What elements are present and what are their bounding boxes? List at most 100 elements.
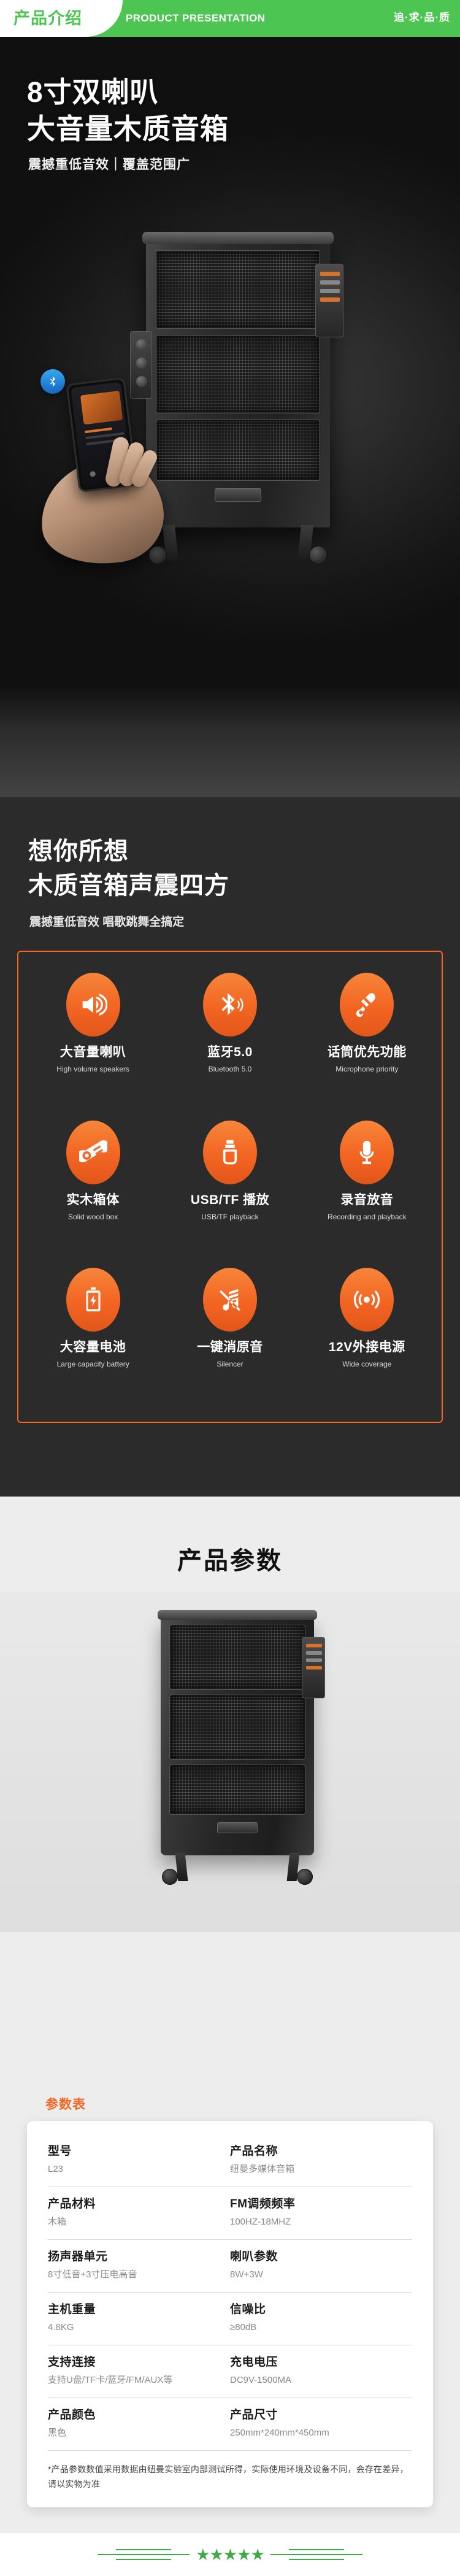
feature-label-en: High volume speakers <box>56 1065 130 1073</box>
spec-cell-left: 型号 L23 <box>48 2143 230 2177</box>
spec-cell-left: 主机重量 4.8KG <box>48 2301 230 2335</box>
feature-item-high-volume-speakers: 大音量喇叭 High volume speakers <box>25 973 161 1121</box>
feature-item-large-battery: 大容量电池 Large capacity battery <box>25 1268 161 1416</box>
feature-label-cn: 实木箱体 <box>66 1192 120 1207</box>
battery-charging-icon <box>66 1268 120 1332</box>
spec-value: 8W+3W <box>230 2269 263 2280</box>
spec-value: 纽曼多媒体音箱 <box>230 2164 295 2174</box>
spec-cell-right: 信噪比 ≥80dB <box>230 2301 412 2335</box>
speaker-wheel-left <box>162 1869 178 1885</box>
spec-cell-right: 充电电压 DC9V-1500MA <box>230 2354 412 2388</box>
parameters-section: 产品参数 参数表 型号 L23 产品名称 纽曼多媒体音箱 产品材料 木箱 FM调… <box>0 1497 460 2533</box>
spec-value: 木箱 <box>48 2217 67 2227</box>
speaker-brand-badge <box>217 1822 258 1833</box>
star-divider: ★★★★★ <box>98 2545 362 2564</box>
feature-item-usb-tf-playback: USB/TF 播放 USB/TF playback <box>161 1120 298 1268</box>
hero-banner: 8寸双喇叭 大音量木质音箱 震撼重低音效｜覆盖范围广 <box>0 37 460 797</box>
spec-key: 充电电压 <box>230 2356 278 2369</box>
spec-cell-left: 产品颜色 黑色 <box>48 2407 230 2440</box>
feature-item-microphone-priority: 话筒优先功能 Microphone priority <box>299 973 435 1121</box>
features-headline: 想你所想 木质音箱声震四方 <box>28 838 229 899</box>
feature-label-en: USB/TF playback <box>201 1212 259 1221</box>
spec-table-label: 参数表 <box>45 2098 86 2112</box>
spec-value: 250mm*240mm*450mm <box>230 2428 329 2438</box>
spec-cell-left: 扬声器单元 8寸低音+3寸压电高音 <box>48 2248 230 2282</box>
speaker-grille-upper <box>156 250 320 329</box>
features-section: 想你所想 木质音箱声震四方 震撼重低音效 唱歌跳舞全搞定 大音量喇叭 High … <box>0 797 460 1497</box>
spec-value: L23 <box>48 2164 64 2174</box>
header-en-title: PRODUCT PRESENTATION <box>126 12 266 24</box>
feature-label-cn: 一键消原音 <box>197 1340 263 1355</box>
speaker-cabinet <box>130 232 343 527</box>
spec-value: ≥80dB <box>230 2322 257 2333</box>
table-row: 主机重量 4.8KG 信噪比 ≥80dB <box>48 2293 412 2345</box>
music-note-muted-icon <box>202 1268 257 1332</box>
feature-item-silencer: 一键消原音 Silencer <box>161 1268 298 1416</box>
speaker-product-image-secondary <box>158 1610 325 1886</box>
parameters-product-photo <box>0 1592 460 1932</box>
speaker-grille-middle <box>169 1695 305 1760</box>
spec-cell-left: 支持连接 支持U盘/TF卡/蓝牙/FM/AUX等 <box>48 2354 230 2388</box>
hero-floor-gradient <box>0 687 460 797</box>
features-grid: 大音量喇叭 High volume speakers 蓝牙5.0 Bluetoo… <box>18 952 442 1422</box>
divider-line-left <box>98 2549 190 2560</box>
speaker-brand-badge <box>215 488 261 502</box>
speaker-cabinet <box>158 1610 325 1855</box>
spec-key: 产品尺寸 <box>230 2409 278 2421</box>
wood-log-icon <box>66 1120 120 1184</box>
table-row: 扬声器单元 8寸低音+3寸压电高音 喇叭参数 8W+3W <box>48 2240 412 2293</box>
hero-subtitle: 震撼重低音效｜覆盖范围广 <box>28 158 190 172</box>
speaker-top-handle <box>142 232 334 244</box>
features-subtitle: 震撼重低音效 唱歌跳舞全搞定 <box>29 916 185 929</box>
rating-stars: ★★★★★ <box>196 2545 265 2564</box>
feature-label-en: Recording and playback <box>327 1212 407 1221</box>
feature-label-cn: 话筒优先功能 <box>327 1045 407 1059</box>
table-row: 支持连接 支持U盘/TF卡/蓝牙/FM/AUX等 充电电压 DC9V-1500M… <box>48 2345 412 2398</box>
header-slogan: 追·求·品·质 <box>394 12 450 23</box>
spec-key: 产品材料 <box>48 2198 96 2210</box>
spec-value: 8寸低音+3寸压电高音 <box>48 2269 137 2280</box>
footer-divider: ★★★★★ <box>0 2533 460 2576</box>
feature-item-bluetooth: 蓝牙5.0 Bluetooth 5.0 <box>161 973 298 1121</box>
table-row: 产品颜色 黑色 产品尺寸 250mm*240mm*450mm <box>48 2398 412 2451</box>
feature-label-cn: 12V外接电源 <box>328 1340 405 1355</box>
feature-label-cn: 大音量喇叭 <box>59 1045 126 1059</box>
table-row: 产品材料 木箱 FM调频频率 100HZ-18MHZ <box>48 2187 412 2240</box>
speaker-control-panel <box>302 1637 325 1698</box>
bluetooth-icon <box>202 973 257 1037</box>
hand-holding-phone-image <box>34 369 170 573</box>
page-header: 产品介绍 PRODUCT PRESENTATION 追·求·品·质 <box>0 0 460 37</box>
features-bordered-box: 大音量喇叭 High volume speakers 蓝牙5.0 Bluetoo… <box>17 951 443 1423</box>
feature-label-cn: 蓝牙5.0 <box>207 1045 253 1059</box>
spec-disclaimer-note: *产品参数数值采用数据由纽曼实验室内部测试所得，实际使用环境及设备不同，会存在差… <box>48 2464 408 2489</box>
feature-label-en: Microphone priority <box>335 1065 399 1073</box>
spec-key: 支持连接 <box>48 2356 96 2369</box>
feature-item-recording-playback: 录音放音 Recording and playback <box>299 1120 435 1268</box>
speaker-grille-upper <box>169 1625 305 1690</box>
studio-microphone-icon <box>340 1120 394 1184</box>
spec-value: 黑色 <box>48 2428 67 2438</box>
feature-label-en: Wide coverage <box>342 1360 392 1369</box>
spec-value: 100HZ-18MHZ <box>230 2217 291 2227</box>
speaker-wheel-right <box>309 546 328 564</box>
parameters-title: 产品参数 <box>177 1547 283 1574</box>
spec-key: 产品名称 <box>230 2145 278 2158</box>
spec-cell-right: 产品名称 纽曼多媒体音箱 <box>230 2143 412 2177</box>
table-row: 型号 L23 产品名称 纽曼多媒体音箱 <box>48 2134 412 2187</box>
hero-headline: 8寸双喇叭 大音量木质音箱 <box>27 76 229 145</box>
spec-value: 4.8KG <box>48 2322 74 2333</box>
speaker-volume-icon <box>66 973 120 1037</box>
feature-label-cn: 录音放音 <box>340 1192 394 1207</box>
handheld-microphone-icon <box>340 973 394 1037</box>
speaker-grille-middle <box>156 335 320 413</box>
feature-label-en: Bluetooth 5.0 <box>208 1065 252 1073</box>
divider-line-right <box>270 2549 362 2560</box>
phone-album-art <box>80 390 123 425</box>
spec-value: DC9V-1500MA <box>230 2375 292 2385</box>
spec-key: 信噪比 <box>230 2303 266 2316</box>
speaker-product-image <box>130 232 343 564</box>
feature-label-en: Solid wood box <box>67 1212 118 1221</box>
spec-cell-left: 产品材料 木箱 <box>48 2196 230 2229</box>
feature-label-cn: 大容量电池 <box>59 1340 126 1355</box>
spec-cell-right: FM调频频率 100HZ-18MHZ <box>230 2196 412 2229</box>
